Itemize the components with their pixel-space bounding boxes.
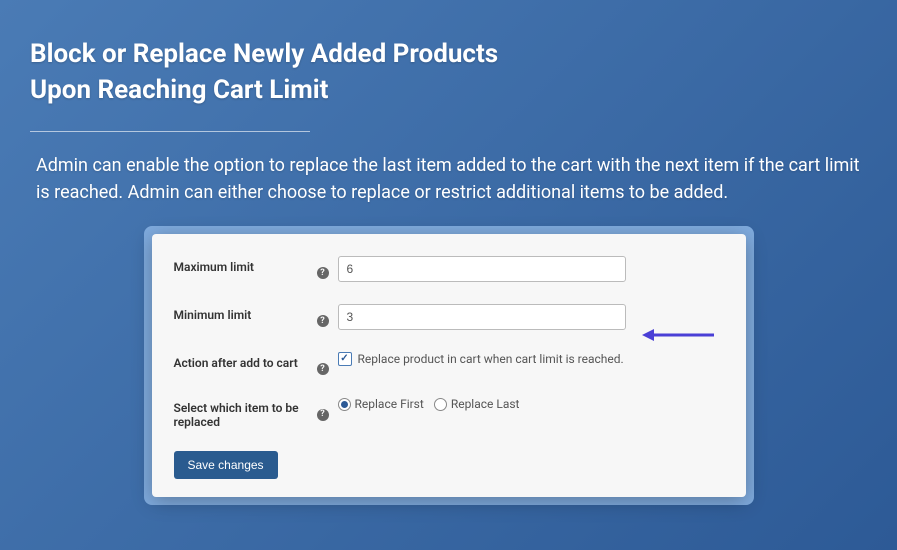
help-icon[interactable]: ?	[317, 315, 329, 327]
radio-replace-first-label: Replace First	[355, 397, 424, 411]
radio-dot-icon	[341, 401, 348, 408]
replace-select-label: Select which item to be replaced	[174, 397, 314, 429]
page-title: Block or Replace Newly Added Products Up…	[0, 0, 897, 109]
settings-panel-outer: Maximum limit ? Minimum limit ? Action a…	[144, 226, 754, 506]
help-icon[interactable]: ?	[317, 363, 329, 375]
help-icon[interactable]: ?	[317, 267, 329, 279]
radio-replace-first[interactable]	[338, 398, 351, 411]
min-limit-input[interactable]	[338, 304, 626, 330]
radio-replace-last[interactable]	[434, 398, 447, 411]
max-limit-label: Maximum limit	[174, 256, 314, 274]
radio-replace-last-label: Replace Last	[451, 397, 520, 411]
replace-checkbox[interactable]: ✓	[338, 352, 352, 366]
row-action: Action after add to cart ? ✓ Replace pro…	[174, 352, 724, 376]
replace-checkbox-label: Replace product in cart when cart limit …	[358, 352, 624, 366]
title-line2: Upon Reaching Cart Limit	[30, 75, 328, 105]
title-line1: Block or Replace Newly Added Products	[30, 39, 498, 69]
check-icon: ✓	[340, 354, 348, 364]
row-min-limit: Minimum limit ?	[174, 304, 724, 330]
max-limit-input[interactable]	[338, 256, 626, 282]
action-label: Action after add to cart	[174, 352, 314, 370]
arrow-annotation-icon	[642, 328, 714, 342]
min-limit-label: Minimum limit	[174, 304, 314, 322]
row-replace-select: Select which item to be replaced ? Repla…	[174, 397, 724, 429]
help-icon[interactable]: ?	[317, 409, 329, 421]
row-max-limit: Maximum limit ?	[174, 256, 724, 282]
settings-panel: Maximum limit ? Minimum limit ? Action a…	[152, 234, 746, 498]
save-changes-button[interactable]: Save changes	[174, 451, 278, 479]
description-text: Admin can enable the option to replace t…	[0, 132, 897, 206]
